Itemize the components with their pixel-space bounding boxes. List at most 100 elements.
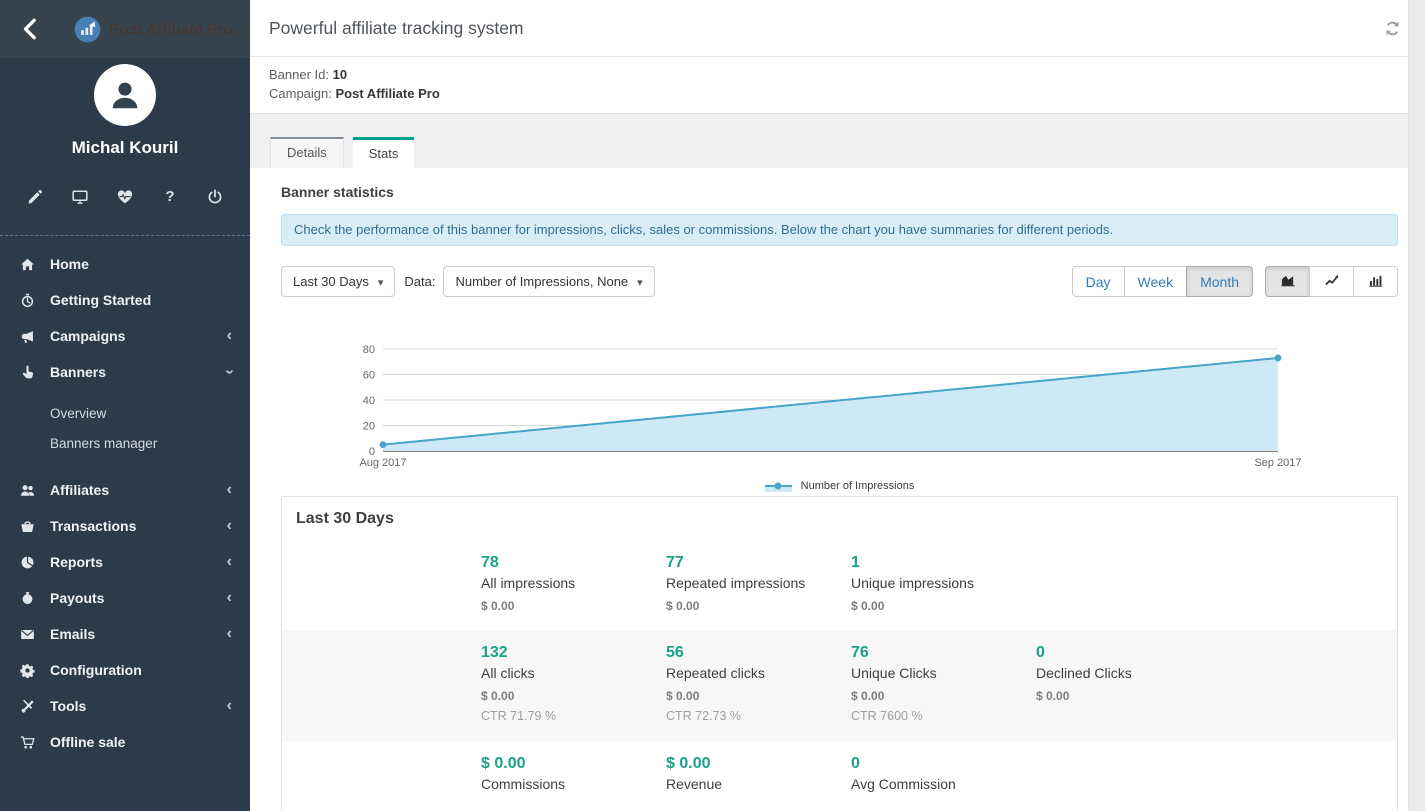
campaign-label: Campaign:	[269, 86, 332, 101]
chevron-down-icon: ‹	[221, 369, 237, 374]
chevron-left-icon: ‹	[227, 518, 232, 534]
sidebar-item-getting-started[interactable]: Getting Started	[0, 282, 250, 318]
stat-label: Unique impressions	[851, 573, 1036, 594]
stopwatch-icon	[19, 293, 36, 308]
sidebar-item-transactions[interactable]: Transactions‹	[0, 508, 250, 544]
user-name: Michal Kouril	[0, 138, 250, 158]
user-toolbar: ?	[0, 188, 250, 206]
users-icon	[19, 483, 36, 498]
stat-label: Commissions	[481, 774, 666, 795]
line-chart-button[interactable]	[1309, 266, 1354, 297]
stat-label: Revenue	[666, 774, 851, 795]
megaphone-icon	[19, 329, 36, 344]
range-dropdown-value: Last 30 Days	[293, 274, 369, 289]
chart-type-button-group	[1265, 266, 1398, 297]
stat-money: $ 0.00	[666, 687, 851, 705]
stat-value: 0	[1036, 643, 1221, 663]
stat-repeated-clicks: 56Repeated clicks$ 0.00CTR 72.73 %	[666, 643, 851, 726]
pie-chart-icon	[19, 555, 36, 570]
stat-value: 1	[851, 553, 1036, 573]
stat-ctr: CTR 71.79 %	[481, 707, 666, 726]
refresh-icon[interactable]	[1384, 20, 1401, 42]
chevron-left-icon: ‹	[227, 482, 232, 498]
stat-money: $ 0.00	[851, 597, 1036, 615]
bar-chart-button[interactable]	[1353, 266, 1398, 297]
chart-canvas: 020406080Aug 2017Sep 2017	[281, 337, 1398, 471]
sidebar-subitem-banners-manager[interactable]: Banners manager	[0, 428, 250, 458]
chevron-left-icon	[18, 17, 42, 41]
tab-details[interactable]: Details	[270, 137, 344, 168]
stat-label: Avg Commission	[851, 774, 1036, 795]
bar-chart-icon	[1367, 273, 1385, 291]
sidebar-subitem-overview[interactable]: Overview	[0, 398, 250, 428]
sidebar-item-emails[interactable]: Emails‹	[0, 616, 250, 652]
stat-unique-clicks: 76Unique Clicks$ 0.00CTR 7600 %	[851, 643, 1036, 726]
cart-icon	[19, 735, 36, 750]
chevron-left-icon: ‹	[227, 698, 232, 714]
stat-label: Repeated clicks	[666, 663, 851, 684]
help-icon[interactable]: ?	[161, 188, 179, 206]
chevron-left-icon: ‹	[227, 328, 232, 344]
sidebar-item-reports[interactable]: Reports‹	[0, 544, 250, 580]
stats-row: 132All clicks$ 0.00CTR 71.79 %56Repeated…	[282, 630, 1397, 741]
sidebar-item-configuration[interactable]: Configuration	[0, 652, 250, 688]
tabs: Details Stats	[270, 137, 414, 168]
range-dropdown[interactable]: Last 30 Days	[281, 266, 395, 297]
logo-text: Post Affiliate Pro	[109, 21, 233, 38]
impressions-chart: 020406080Aug 2017Sep 2017 Number of Impr…	[281, 337, 1398, 494]
chevron-left-icon: ‹	[227, 626, 232, 642]
sidebar-item-home[interactable]: Home	[0, 246, 250, 282]
stat-money: $ 0.00	[481, 687, 666, 705]
back-button[interactable]	[18, 15, 46, 43]
tab-stats[interactable]: Stats	[353, 137, 415, 168]
area-chart-icon	[1279, 273, 1297, 291]
period-button-week[interactable]: Week	[1124, 266, 1188, 297]
period-button-day[interactable]: Day	[1072, 266, 1125, 297]
power-icon[interactable]	[206, 188, 224, 206]
data-dropdown[interactable]: Number of Impressions, None	[443, 266, 654, 297]
sidebar-item-payouts[interactable]: Payouts‹	[0, 580, 250, 616]
pencil-icon[interactable]	[26, 188, 44, 206]
stat-money: $ 0.00	[851, 687, 1036, 705]
campaign-value: Post Affiliate Pro	[336, 86, 440, 101]
stat-declined-clicks: 0Declined Clicks$ 0.00	[1036, 643, 1221, 726]
summary-rows: 78All impressions$ 0.0077Repeated impres…	[282, 540, 1397, 810]
stat-money: $ 0.00	[1036, 687, 1221, 705]
sidebar-item-banners[interactable]: Banners‹	[0, 354, 250, 390]
home-icon	[19, 257, 36, 272]
chart-legend[interactable]: Number of Impressions	[281, 478, 1398, 494]
sidebar-header: Post Affiliate Pro	[0, 0, 250, 58]
stat-value: $ 0.00	[666, 754, 851, 774]
stat-ctr: CTR 72.73 %	[666, 707, 851, 726]
stat-value: 78	[481, 553, 666, 573]
sidebar-item-affiliates[interactable]: Affiliates‹	[0, 472, 250, 508]
sidebar-item-tools[interactable]: Tools‹	[0, 688, 250, 724]
banner-info: Banner Id: 10 Campaign: Post Affiliate P…	[250, 57, 1425, 114]
banner-id-line: Banner Id: 10	[269, 65, 1425, 84]
sidebar-item-offline-sale[interactable]: Offline sale	[0, 724, 250, 760]
stat-label: Unique Clicks	[851, 663, 1036, 684]
scrollbar[interactable]	[1408, 0, 1425, 811]
stat-revenue: $ 0.00Revenue	[666, 754, 851, 795]
heartbeat-icon[interactable]	[116, 188, 134, 206]
caret-down-icon	[628, 274, 643, 289]
x-tick-label: Aug 2017	[359, 457, 406, 469]
sidebar-item-campaigns[interactable]: Campaigns‹	[0, 318, 250, 354]
campaign-line: Campaign: Post Affiliate Pro	[269, 84, 1425, 103]
line-chart-icon	[1323, 273, 1341, 291]
data-point[interactable]	[1275, 355, 1282, 362]
period-button-month[interactable]: Month	[1186, 266, 1253, 297]
avatar[interactable]	[94, 64, 156, 126]
data-point[interactable]	[380, 441, 387, 448]
chevron-left-icon: ‹	[227, 590, 232, 606]
sidebar-nav: HomeGetting StartedCampaigns‹Banners‹ Ove…	[0, 236, 250, 760]
chevron-left-icon: ‹	[227, 554, 232, 570]
top-header: Powerful affiliate tracking system	[250, 0, 1425, 57]
app-root: Post Affiliate Pro Michal Kouril ? HomeG…	[0, 0, 1425, 811]
area-chart-button[interactable]	[1265, 266, 1310, 297]
monitor-icon[interactable]	[71, 188, 89, 206]
basket-icon	[19, 519, 36, 534]
tab-bar: Details Stats	[250, 114, 1425, 168]
y-tick-label: 80	[363, 344, 375, 356]
sidebar-sublist: OverviewBanners manager	[0, 398, 250, 458]
